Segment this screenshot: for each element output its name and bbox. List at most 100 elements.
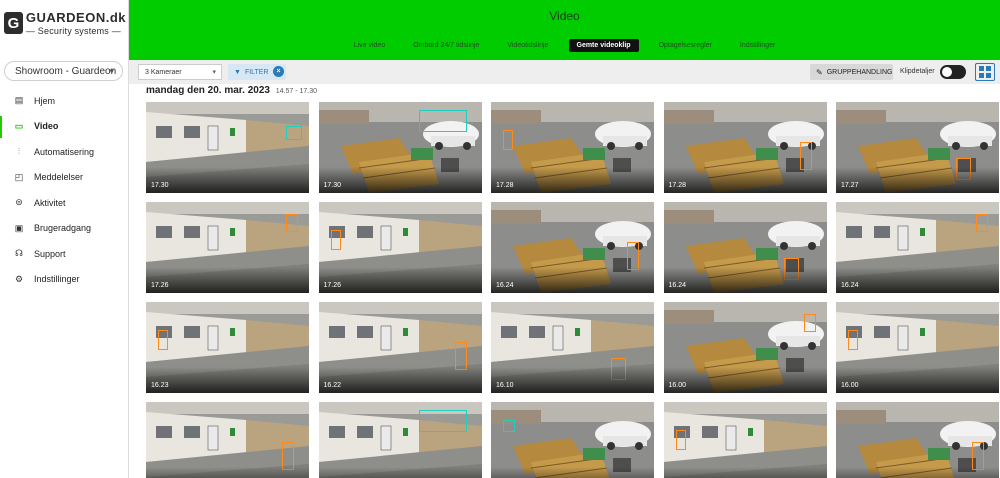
sidebar-item-aktivitet[interactable]: ⊜ Aktivitet (0, 190, 129, 216)
sidebar-item-label: Meddelelser (34, 172, 84, 183)
sidebar-item-indstillinger[interactable]: ⚙ Indstillinger (0, 267, 129, 293)
site-selector-value: Showroom - Guardeon (15, 65, 117, 77)
sidebar-item-label: Aktivitet (34, 197, 66, 208)
person-detection-box (976, 214, 988, 232)
clip-details-label: Klipdetaljer (900, 68, 935, 75)
thumbnail-shade (663, 367, 827, 393)
sidebar-item-label: Hjem (34, 95, 56, 106)
clip-time: 17.28 (668, 182, 687, 189)
sidebar-item-label: Brugeradgang (34, 223, 92, 234)
vehicle-detection-box (418, 110, 467, 132)
video-clip-thumbnail[interactable]: 16.00 (836, 302, 999, 393)
tab-videotidslinje[interactable]: Videotidslinje (499, 39, 556, 52)
clear-filter-icon[interactable]: × (273, 66, 284, 77)
clip-time: 16.24 (496, 282, 514, 289)
camera-select-value: 3 Kameraer (145, 68, 182, 76)
sidebar-item-hjem[interactable]: ▤ Hjem (0, 88, 129, 114)
video-clip-thumbnail[interactable] (663, 402, 827, 478)
clip-time: 16.10 (496, 382, 514, 389)
tab-indstillinger[interactable]: Indstillinger (732, 39, 783, 52)
thumbnail-shade (318, 167, 482, 193)
sidebar-item-support[interactable]: ☊ Support (0, 241, 129, 267)
clip-time: 16.00 (668, 382, 687, 389)
clip-time: 17.27 (841, 182, 859, 189)
app-root: G GUARDEON.dk — Security systems — Showr… (0, 0, 1000, 478)
video-clip-thumbnail[interactable]: 16.24 (491, 202, 654, 293)
video-clip-thumbnail[interactable]: 16.10 (491, 302, 654, 393)
brand-logo[interactable]: G GUARDEON.dk — Security systems — (4, 10, 126, 36)
sidebar-item-video[interactable]: ▭ Video (0, 114, 129, 140)
sidebar-nav: ▤ Hjem ▭ Video ⫶ Automatisering ◰ Meddelelser ⊜ A… (0, 88, 129, 292)
video-clip-thumbnail[interactable]: 16.24 (836, 202, 999, 293)
person-detection-box (675, 430, 686, 450)
person-detection-box (330, 230, 341, 250)
video-clip-thumbnail[interactable]: 17.28 (491, 102, 654, 193)
site-selector[interactable]: Showroom - Guardeon ▾ (4, 61, 123, 81)
vehicle-detection-box (503, 420, 515, 432)
thumbnail-shade (836, 367, 999, 393)
tab-optagelsesregler[interactable]: Optagelsesregler (651, 39, 720, 52)
video-clip-thumbnail[interactable]: 17.28 (663, 102, 827, 193)
thumbnail-shade (318, 467, 482, 478)
person-detection-box (158, 330, 168, 350)
vehicle-detection-box (286, 126, 302, 140)
filter-label: FILTER (244, 68, 269, 76)
sidebar-item-label: Automatisering (34, 146, 95, 157)
video-tabs: Live video Ombord 24/7 tidslinje Videotids… (129, 39, 1000, 52)
tab-gemte-videoklip[interactable]: Gemte videoklip (568, 39, 639, 52)
video-clip-thumbnail[interactable] (491, 402, 654, 478)
video-clip-thumbnail[interactable]: 17.26 (318, 202, 482, 293)
sidebar-item-label: Video (34, 121, 59, 132)
video-clip-thumbnail[interactable] (146, 402, 309, 478)
tab-ombord-24-7-tidslinje[interactable]: Ombord 24/7 tidslinje (405, 39, 487, 52)
video-clip-thumbnail[interactable]: 17.27 (836, 102, 999, 193)
clip-time: 16.22 (323, 382, 342, 389)
page-title: Video (549, 9, 580, 23)
date-label: mandag den 20. mar. 2023 (146, 85, 270, 96)
video-clip-thumbnail[interactable]: 16.24 (663, 202, 827, 293)
camera-select[interactable]: 3 Kameraer ▾ (138, 64, 222, 80)
video-clip-thumbnail[interactable]: 16.22 (318, 302, 482, 393)
video-clip-thumbnail[interactable] (836, 402, 999, 478)
sidebar-item-brugeradgang[interactable]: ▣ Brugeradgang (0, 216, 129, 242)
person-detection-box (286, 214, 298, 232)
vehicle-detection-box (418, 410, 467, 432)
thumbnail-shade (836, 167, 999, 193)
thumbnail-shade (491, 167, 654, 193)
notification-icon: ◰ (14, 171, 24, 182)
gear-icon: ⚙ (14, 273, 24, 284)
filter-icon: ▼ (234, 68, 241, 76)
clip-time: 17.30 (151, 182, 169, 189)
thumbnail-shade (663, 467, 827, 478)
chevron-down-icon: ▾ (212, 69, 216, 76)
clip-time: 17.28 (496, 182, 514, 189)
sidebar-item-meddelelser[interactable]: ◰ Meddelelser (0, 165, 129, 191)
thumbnail-shade (491, 367, 654, 393)
clip-details-toggle[interactable] (940, 65, 966, 79)
video-clip-thumbnail[interactable]: 17.30 (318, 102, 482, 193)
toggle-knob (942, 67, 952, 77)
badge-icon: ▣ (14, 222, 24, 233)
group-action-button[interactable]: ✎ GRUPPEHANDLING (810, 64, 893, 80)
toolbar: 3 Kameraer ▾ ▼ FILTER × ✎ GRUPPEHANDLING… (129, 60, 1000, 84)
thumbnail-shade (146, 467, 309, 478)
video-clip-thumbnail[interactable]: 16.23 (146, 302, 309, 393)
person-detection-box (972, 442, 984, 470)
video-clip-thumbnail[interactable]: 16.00 (663, 302, 827, 393)
video-clip-thumbnail[interactable] (318, 402, 482, 478)
grid-view-icon[interactable] (975, 63, 995, 81)
person-detection-box (848, 330, 858, 350)
thumbnail-shade (491, 267, 654, 293)
video-clip-thumbnail[interactable]: 17.26 (146, 202, 309, 293)
clip-time: 17.26 (151, 282, 169, 289)
person-detection-box (503, 130, 513, 150)
thumbnail-shade (663, 267, 827, 293)
thumbnail-shade (836, 267, 999, 293)
home-icon: ▤ (14, 95, 24, 106)
video-clip-thumbnail[interactable]: 17.30 (146, 102, 309, 193)
chevron-down-icon: ▾ (109, 66, 114, 76)
person-detection-box (282, 442, 294, 470)
sidebar-item-automatisering[interactable]: ⫶ Automatisering (0, 139, 129, 165)
tab-live-video[interactable]: Live video (346, 39, 394, 52)
date-group-heading: mandag den 20. mar. 2023 14.57 - 17.30 (146, 85, 317, 96)
